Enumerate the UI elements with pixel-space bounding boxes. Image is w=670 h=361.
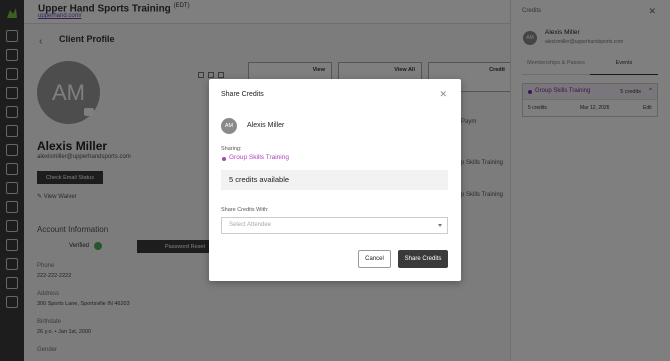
share-with-label: Share Credits With:: [221, 207, 269, 213]
attendee-select-placeholder: Select Attendee: [229, 222, 272, 228]
chevron-down-icon: [438, 224, 442, 227]
share-credits-button[interactable]: Share Credits: [398, 250, 448, 268]
modal-title: Share Credits: [221, 91, 264, 98]
close-icon[interactable]: ✕: [439, 89, 447, 100]
sharing-event-name: Group Skills Training: [229, 154, 289, 161]
attendee-select[interactable]: Select Attendee: [221, 217, 448, 234]
avatar: AM: [221, 118, 237, 134]
cancel-button[interactable]: Cancel: [358, 250, 391, 268]
event-color-dot: [222, 157, 226, 161]
credits-available-text: 5 credits available: [229, 175, 290, 184]
share-credits-modal: Share Credits ✕ AM Alexis Miller Sharing…: [209, 79, 461, 281]
sharing-label: Sharing:: [221, 146, 242, 152]
modal-client-name: Alexis Miller: [247, 122, 285, 129]
credits-available-box: 5 credits available: [221, 170, 448, 190]
